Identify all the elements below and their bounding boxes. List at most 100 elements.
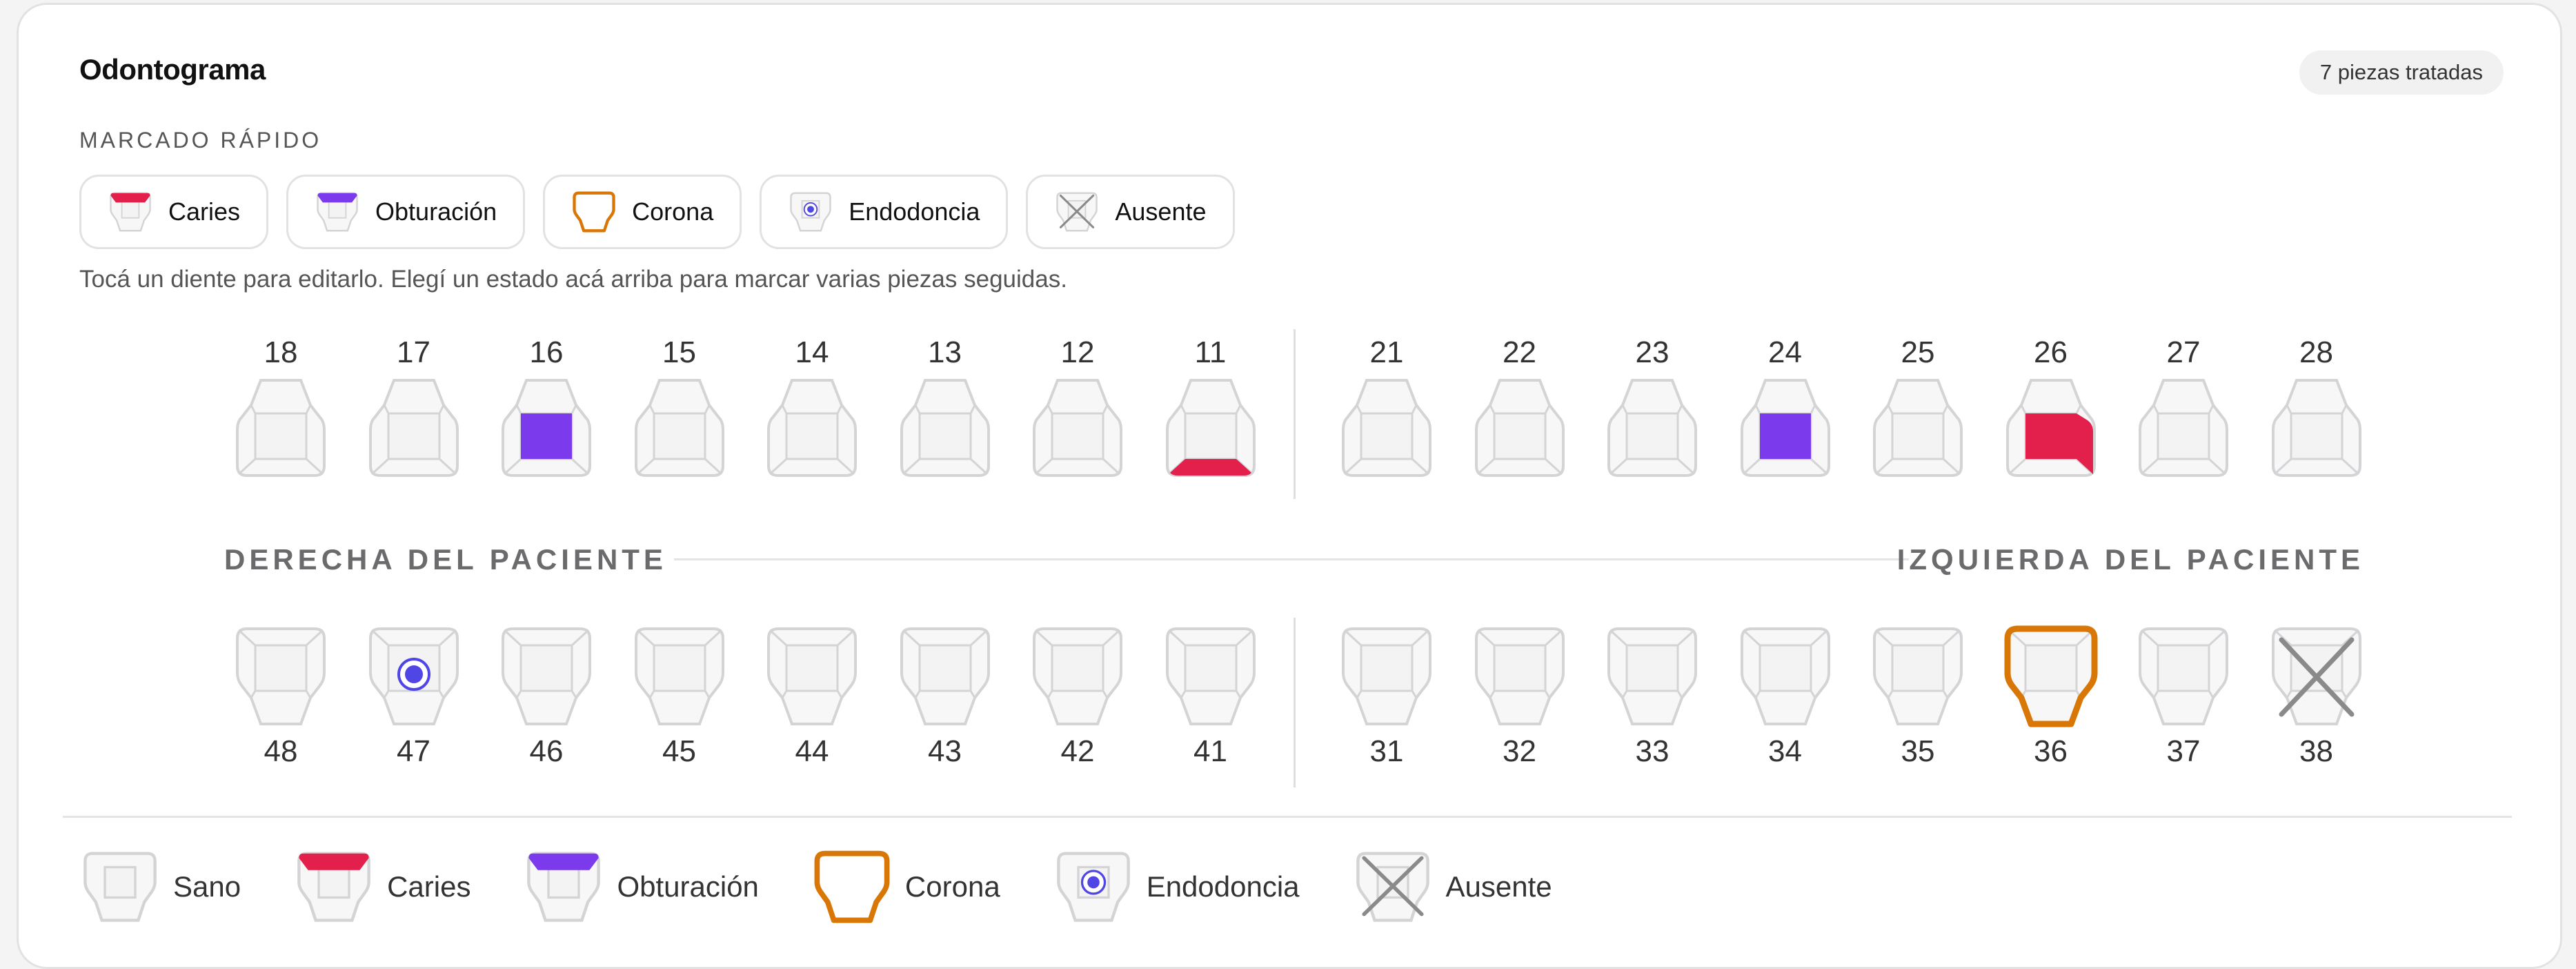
tooth-sano-shape xyxy=(1342,627,1431,725)
corona-icon xyxy=(573,186,615,237)
tooth-43[interactable]: 43 xyxy=(893,620,997,770)
tooth-27[interactable]: 27 xyxy=(2132,335,2235,484)
endodoncia-icon xyxy=(1056,845,1147,928)
tooth-37[interactable]: 37 xyxy=(2132,620,2235,770)
tooth-number: 23 xyxy=(1635,335,1670,369)
tooth-21[interactable]: 21 xyxy=(1335,335,1438,484)
tooth-22[interactable]: 22 xyxy=(1468,335,1572,484)
tooth-number: 25 xyxy=(1901,335,1935,369)
tooth-26[interactable]: 26 xyxy=(1999,335,2103,484)
tooth-17[interactable]: 17 xyxy=(362,335,466,484)
tooth-38[interactable]: 38 xyxy=(2265,620,2368,770)
tooth-25[interactable]: 25 xyxy=(1866,335,1970,484)
legend-label: Endodoncia xyxy=(1146,870,1300,903)
legend-item-obturacion: Obturación xyxy=(526,845,759,928)
tooth-sano-shape xyxy=(1607,379,1697,477)
tooth-sano-shape xyxy=(1342,379,1431,477)
tooth-16[interactable]: 16 xyxy=(495,335,598,484)
legend-item-endodoncia: Endodoncia xyxy=(1056,845,1300,928)
tooth-number: 46 xyxy=(529,734,564,768)
tooth-33[interactable]: 33 xyxy=(1601,620,1704,770)
tooth-number: 47 xyxy=(397,734,430,768)
arch-divider xyxy=(674,558,1909,560)
caries-icon xyxy=(109,186,152,237)
tooth-sano-shape xyxy=(368,379,459,477)
tooth-48[interactable]: 48 xyxy=(229,620,333,770)
quick-mark-endodoncia-button[interactable]: Endodoncia xyxy=(760,175,1009,249)
tooth-36[interactable]: 36 xyxy=(1999,620,2103,770)
tooth-sano-shape xyxy=(1474,627,1565,725)
quick-mark-obturacion-button[interactable]: Obturación xyxy=(286,175,526,249)
tooth-13[interactable]: 13 xyxy=(893,335,997,484)
legend-item-caries: Caries xyxy=(296,845,470,928)
tooth-number: 12 xyxy=(1060,335,1095,369)
tooth-31[interactable]: 31 xyxy=(1335,620,1438,770)
obturacion-icon xyxy=(316,186,359,237)
tooth-number: 13 xyxy=(928,335,962,369)
tooth-sano-shape xyxy=(1607,627,1697,725)
tooth-number: 37 xyxy=(2166,734,2201,768)
tooth-sano-shape xyxy=(634,379,724,477)
patient-right-label: DERECHA DEL PACIENTE xyxy=(224,543,667,576)
tooth-number: 35 xyxy=(1901,734,1935,768)
quick-mark-label: MARCADO RÁPIDO xyxy=(79,128,322,153)
caries-icon xyxy=(296,845,387,928)
tooth-14[interactable]: 14 xyxy=(760,335,864,484)
tooth-45[interactable]: 45 xyxy=(628,620,731,770)
tooth-number: 31 xyxy=(1369,734,1404,768)
tooth-number: 21 xyxy=(1369,335,1404,369)
tooth-sano-shape xyxy=(767,627,857,725)
tooth-number: 11 xyxy=(1194,335,1227,369)
legend-item-corona: Corona xyxy=(814,845,1000,928)
tooth-35[interactable]: 35 xyxy=(1866,620,1970,770)
tooth-number: 45 xyxy=(662,734,696,768)
quick-mark-ausente-button[interactable]: Ausente xyxy=(1026,175,1235,249)
tooth-18[interactable]: 18 xyxy=(229,335,333,484)
tooth-24[interactable]: 24 xyxy=(1734,335,1837,484)
tooth-number: 28 xyxy=(2299,335,2333,369)
tooth-sano-shape xyxy=(900,379,990,477)
tooth-47[interactable]: 47 xyxy=(362,620,466,770)
lower-midline xyxy=(1294,618,1296,787)
legend-label: Corona xyxy=(904,870,1000,903)
quick-mark-label: Corona xyxy=(632,197,714,226)
tooth-number: 15 xyxy=(662,335,696,369)
tooth-number: 34 xyxy=(1768,734,1802,768)
tooth-ausente-shape xyxy=(2271,627,2361,725)
tooth-number: 44 xyxy=(795,734,829,768)
tooth-number: 38 xyxy=(2299,734,2333,768)
tooth-sano-shape xyxy=(502,627,591,725)
tooth-number: 18 xyxy=(264,335,298,369)
tooth-11[interactable]: 11 xyxy=(1159,335,1262,484)
legend-label: Obturación xyxy=(617,870,759,903)
tooth-caries-center-right-shape xyxy=(2005,379,2096,477)
tooth-obturacion-center-shape xyxy=(502,379,591,477)
quick-mark-corona-button[interactable]: Corona xyxy=(543,175,742,249)
tooth-number: 16 xyxy=(529,335,564,369)
tooth-number: 27 xyxy=(2166,335,2201,369)
quick-mark-caries-button[interactable]: Caries xyxy=(79,175,269,249)
tooth-sano-shape xyxy=(236,627,326,725)
tooth-41[interactable]: 41 xyxy=(1159,620,1262,770)
tooth-32[interactable]: 32 xyxy=(1468,620,1572,770)
tooth-number: 42 xyxy=(1060,734,1095,768)
hint-text: Tocá un diente para editarlo. Elegí un e… xyxy=(79,266,1067,293)
legend-divider xyxy=(63,816,2512,818)
tooth-42[interactable]: 42 xyxy=(1026,620,1129,770)
tooth-number: 48 xyxy=(264,734,298,768)
tooth-sano-shape xyxy=(2139,627,2228,725)
tooth-12[interactable]: 12 xyxy=(1026,335,1129,484)
quick-mark-label: Caries xyxy=(168,197,241,226)
tooth-46[interactable]: 46 xyxy=(495,620,598,770)
ausente-icon xyxy=(1355,845,1446,928)
tooth-15[interactable]: 15 xyxy=(628,335,731,484)
tooth-34[interactable]: 34 xyxy=(1734,620,1837,770)
tooth-44[interactable]: 44 xyxy=(760,620,864,770)
tooth-28[interactable]: 28 xyxy=(2265,335,2368,484)
endodoncia-icon xyxy=(789,186,832,237)
treated-count-badge: 7 piezas tratadas xyxy=(2299,50,2504,95)
sano-icon xyxy=(82,845,173,928)
tooth-number: 26 xyxy=(2034,335,2068,369)
tooth-23[interactable]: 23 xyxy=(1601,335,1704,484)
tooth-number: 14 xyxy=(795,335,829,369)
